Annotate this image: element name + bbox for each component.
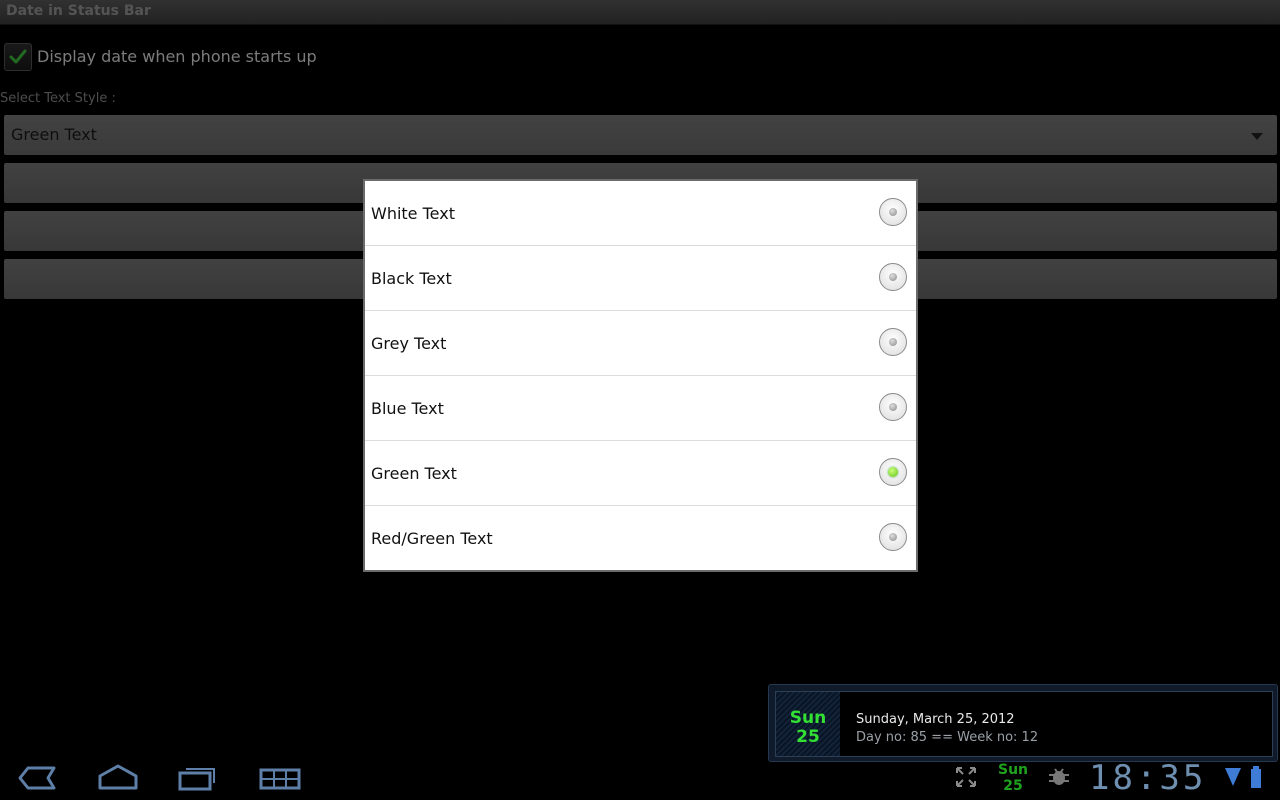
option-black-text[interactable]: Black Text: [365, 246, 916, 311]
radio-button-icon[interactable]: [879, 198, 907, 226]
recent-apps-icon[interactable]: [176, 762, 220, 794]
radio-button-icon[interactable]: [879, 393, 907, 421]
debug-icon: [1049, 768, 1069, 785]
option-grey-text[interactable]: Grey Text: [365, 311, 916, 376]
notification-icon-day: Sun: [789, 708, 827, 728]
option-label: Black Text: [371, 269, 452, 288]
status-bar-day: Sun: [997, 762, 1029, 778]
back-icon[interactable]: [16, 762, 60, 794]
text-style-dialog: White Text Black Text Grey Text Blue Tex…: [363, 179, 918, 572]
option-label: Grey Text: [371, 334, 447, 353]
calendar-icon: Sun 25: [776, 692, 840, 756]
option-green-text[interactable]: Green Text: [365, 441, 916, 506]
status-bar-date-number: 25: [1003, 778, 1023, 794]
notification-subtitle: Day no: 85 == Week no: 12: [856, 730, 1039, 745]
home-icon[interactable]: [96, 762, 140, 794]
radio-button-icon[interactable]: [879, 523, 907, 551]
option-white-text[interactable]: White Text: [365, 181, 916, 246]
notification-body: Sun 25 Sunday, March 25, 2012 Day no: 85…: [775, 691, 1273, 757]
wifi-icon: [1225, 768, 1241, 786]
expand-icon[interactable]: [954, 765, 978, 789]
option-red-green-text[interactable]: Red/Green Text: [365, 506, 916, 571]
status-bar-clock[interactable]: 18:35: [1089, 758, 1206, 798]
battery-icon: [1251, 766, 1261, 788]
option-blue-text[interactable]: Blue Text: [365, 376, 916, 441]
option-label: White Text: [371, 204, 455, 223]
status-bar-date: Sun 25: [995, 762, 1031, 794]
notification-icon-date: 25: [796, 727, 820, 747]
option-label: Green Text: [371, 464, 457, 483]
notification-title: Sunday, March 25, 2012: [856, 712, 1015, 727]
radio-button-icon[interactable]: [879, 263, 907, 291]
radio-button-icon[interactable]: [879, 328, 907, 356]
option-label: Blue Text: [371, 399, 444, 418]
option-label: Red/Green Text: [371, 529, 493, 548]
radio-button-checked-icon[interactable]: [879, 458, 907, 486]
date-notification[interactable]: Sun 25 Sunday, March 25, 2012 Day no: 85…: [768, 684, 1278, 762]
menu-grid-icon[interactable]: [258, 762, 302, 794]
